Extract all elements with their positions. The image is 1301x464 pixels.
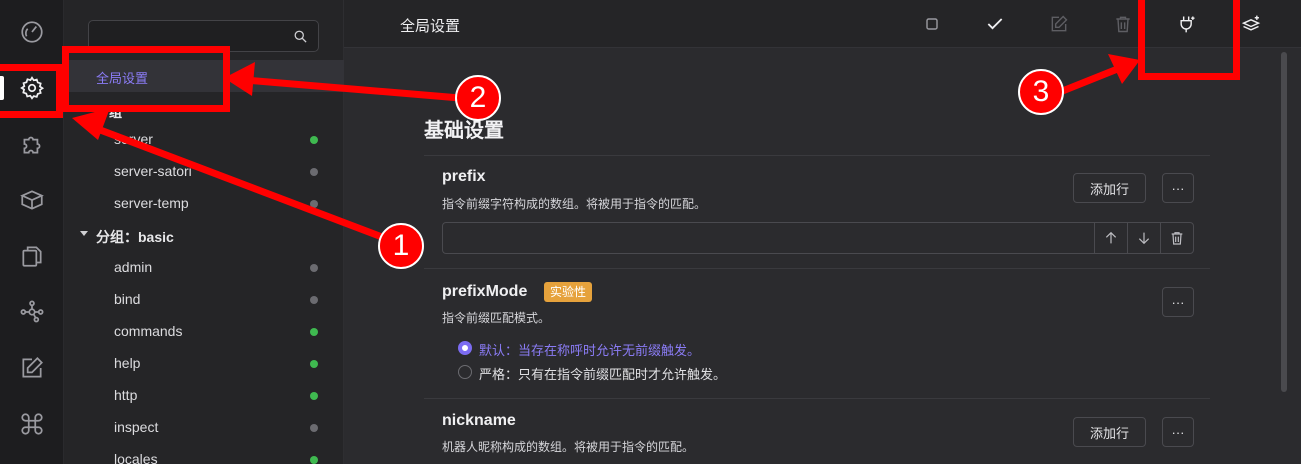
divider (424, 155, 1210, 156)
status-dot (310, 264, 318, 272)
tree-item-label: http (114, 387, 138, 403)
tree-item-locales[interactable]: locales (64, 444, 344, 464)
section-title: 基础设置 (424, 120, 504, 142)
status-dot (310, 168, 318, 176)
radio-label: 默认：当存在称呼时允许无前缀触发。 (479, 343, 701, 358)
search-icon[interactable] (293, 29, 308, 44)
status-dot (310, 424, 318, 432)
field-name: nickname (442, 412, 516, 429)
dashboard-icon[interactable] (0, 10, 64, 54)
command-icon[interactable] (0, 402, 64, 446)
tree-item-label: commands (114, 323, 183, 339)
field-description: 机器人昵称构成的数组。将被用于指令的匹配。 (442, 440, 695, 454)
delete-row-icon[interactable] (1160, 223, 1193, 253)
trash-icon (1111, 12, 1135, 36)
tree-item-admin[interactable]: admin (64, 252, 344, 284)
scrollbar[interactable] (1281, 52, 1287, 392)
caret-down-icon[interactable] (80, 231, 88, 236)
prefix-value-row (442, 222, 1194, 254)
divider (424, 398, 1210, 399)
status-dot (310, 392, 318, 400)
radio-strict[interactable] (458, 365, 472, 379)
layers-add-icon[interactable] (1239, 12, 1263, 36)
radio-default[interactable] (458, 341, 472, 355)
page-title: 全局设置 (400, 18, 461, 35)
tree-item-help[interactable]: help (64, 348, 344, 380)
status-dot (310, 200, 318, 208)
status-dot (310, 136, 318, 144)
more-button[interactable]: ··· (1162, 173, 1194, 203)
tree-item-label: server (114, 131, 153, 147)
more-button[interactable]: ··· (1162, 417, 1194, 447)
tree-group-basic[interactable]: 分组：basic (64, 220, 344, 252)
callout-1: 1 (378, 223, 424, 269)
field-description: 指令前缀匹配模式。 (442, 311, 551, 325)
tree-item-commands[interactable]: commands (64, 316, 344, 348)
tree-group-label: 分组：basic (96, 229, 174, 245)
tree-item-label: locales (114, 451, 158, 464)
more-button[interactable]: ··· (1162, 287, 1194, 317)
status-dot (310, 296, 318, 304)
move-up-icon[interactable] (1094, 223, 1127, 253)
experimental-badge: 实验性 (544, 282, 593, 302)
field-name: prefix (442, 168, 486, 185)
radio-label: 严格：只有在指令前缀匹配时才允许触发。 (479, 367, 727, 382)
add-row-button[interactable]: 添加行 (1073, 173, 1146, 203)
tree-item-label: server-satori (114, 163, 192, 179)
tree-item-inspect[interactable]: inspect (64, 412, 344, 444)
tree-item-label: help (114, 355, 141, 371)
files-copy-icon[interactable] (0, 234, 64, 278)
callout-2: 2 (455, 75, 501, 121)
tree-item-http[interactable]: http (64, 380, 344, 412)
annotation-box-global-settings (62, 46, 230, 112)
tree-item-label: inspect (114, 419, 159, 435)
callout-3: 3 (1018, 69, 1064, 115)
annotation-box-plugin-button (1138, 0, 1240, 80)
field-description: 指令前缀字符构成的数组。将被用于指令的匹配。 (442, 197, 707, 211)
check-icon[interactable] (983, 12, 1007, 36)
puzzle-plugins-icon[interactable] (0, 122, 64, 166)
package-box-icon[interactable] (0, 178, 64, 222)
tree-item-label: bind (114, 291, 141, 307)
tree-item-bind[interactable]: bind (64, 284, 344, 316)
add-row-button[interactable]: 添加行 (1073, 417, 1146, 447)
field-name: prefixMode (442, 283, 528, 300)
status-dot (310, 456, 318, 464)
status-dot (310, 360, 318, 368)
tree-item-label: server-temp (114, 195, 189, 211)
tree-item-server[interactable]: server (64, 124, 344, 156)
status-dot (310, 328, 318, 336)
checkbox-icon[interactable] (920, 12, 944, 36)
edit-icon (1047, 12, 1071, 36)
divider (424, 268, 1210, 269)
edit-pen-icon[interactable] (0, 346, 64, 390)
annotation-box-settings (0, 64, 63, 118)
tree-item-server-satori[interactable]: server-satori (64, 156, 344, 188)
network-graph-icon[interactable] (0, 290, 64, 334)
tree-item-server-temp[interactable]: server-temp (64, 188, 344, 220)
tree-item-label: admin (114, 259, 153, 275)
move-down-icon[interactable] (1127, 223, 1160, 253)
